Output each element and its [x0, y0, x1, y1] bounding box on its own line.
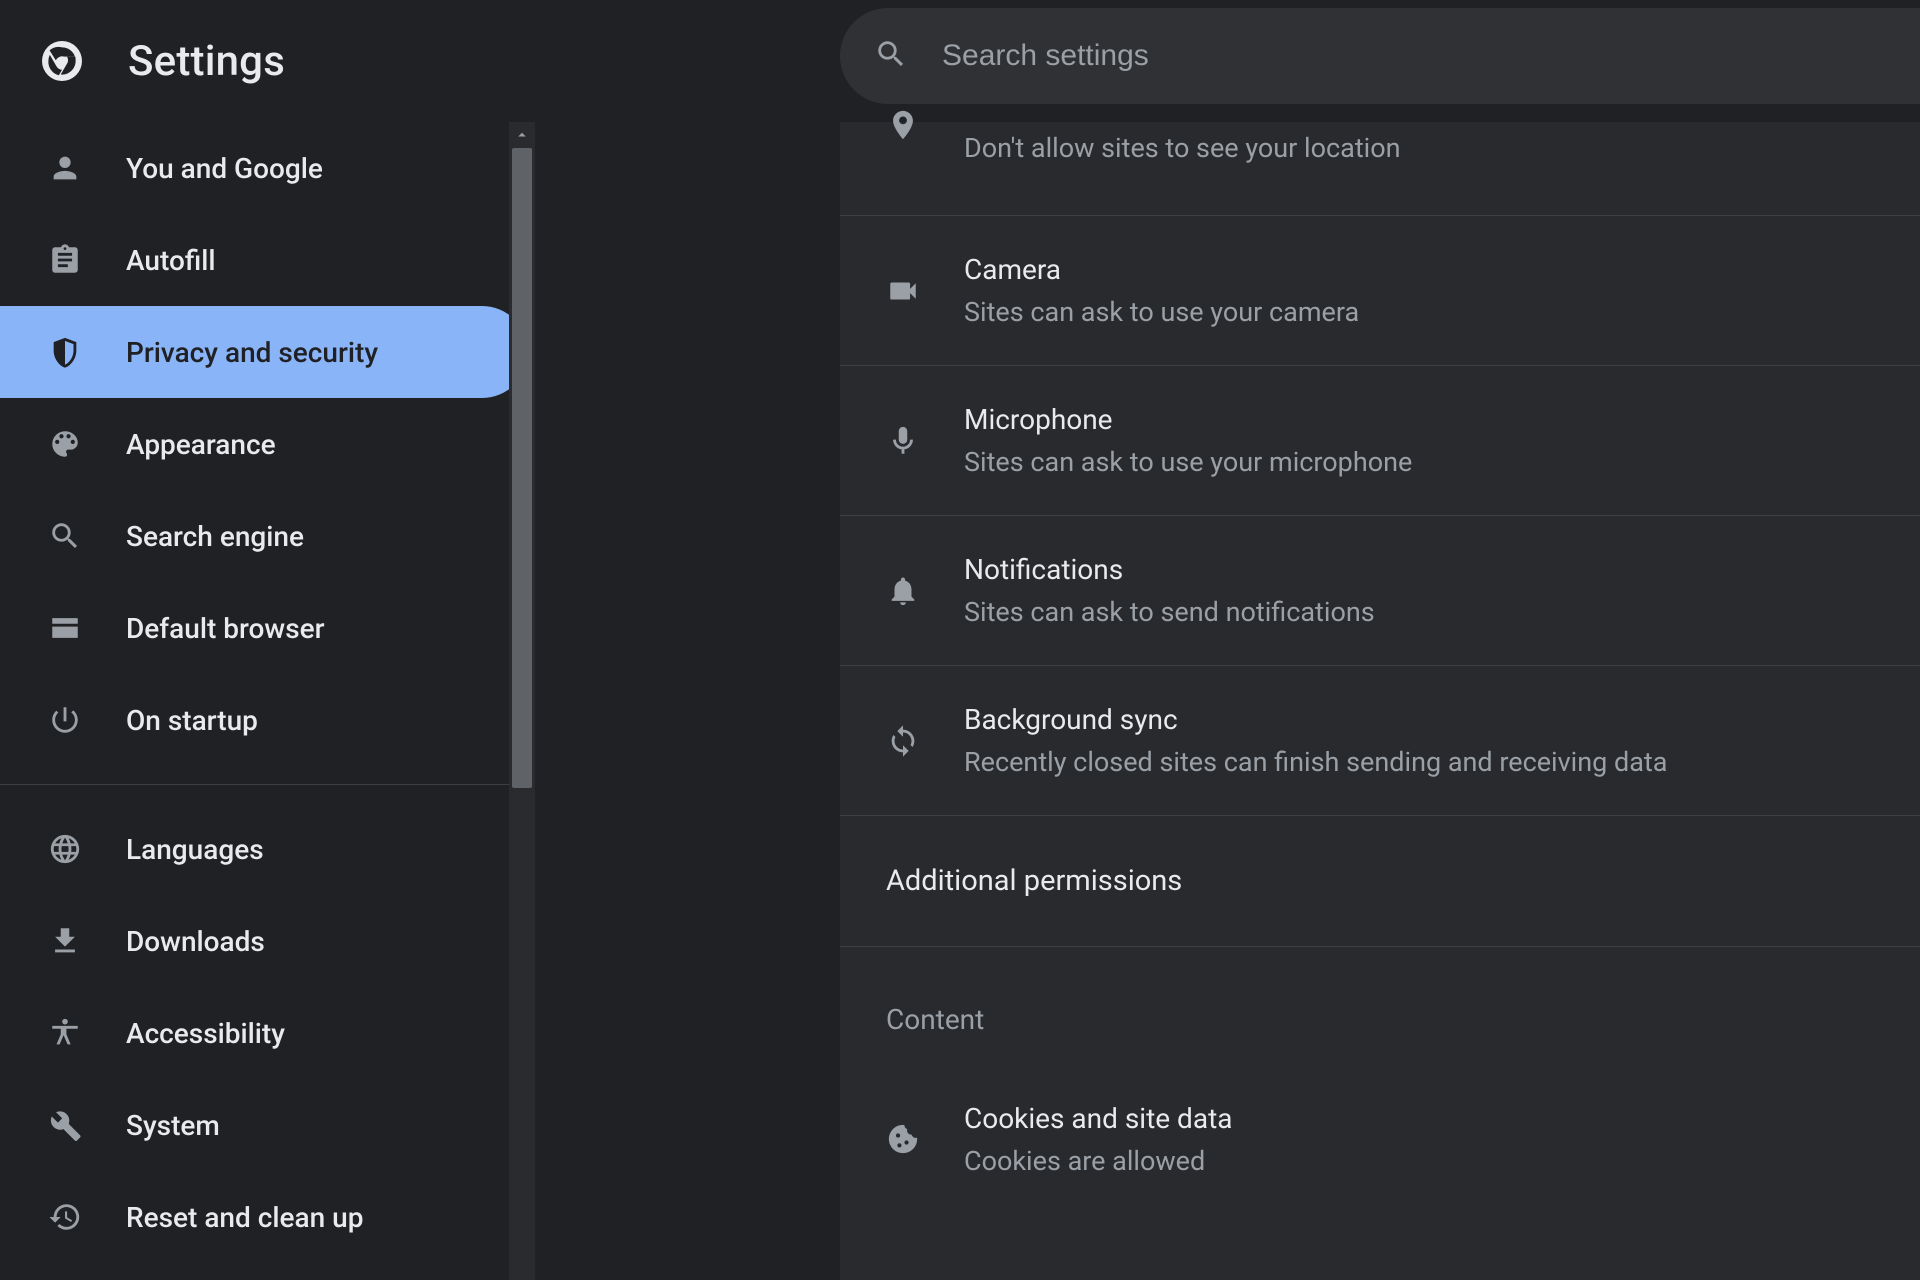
content-section-header: Content	[840, 947, 1920, 1064]
header: Settings	[0, 0, 1920, 122]
permission-desc: Sites can ask to send notifications	[964, 596, 1375, 628]
sidebar-item-label: On startup	[126, 704, 258, 737]
cookie-icon	[886, 1122, 920, 1156]
permission-desc: Don't allow sites to see your location	[964, 132, 1401, 164]
sync-icon	[886, 724, 920, 758]
sidebar-item-reset[interactable]: Reset and clean up	[0, 1171, 528, 1263]
sidebar-item-default-browser[interactable]: Default browser	[0, 582, 528, 674]
permission-desc: Sites can ask to use your microphone	[964, 446, 1412, 478]
permission-row-location[interactable]: Don't allow sites to see your location	[840, 122, 1920, 216]
sidebar-separator	[0, 784, 535, 785]
sidebar-item-downloads[interactable]: Downloads	[0, 895, 528, 987]
power-icon	[48, 703, 82, 737]
sidebar-item-label: Search engine	[126, 520, 304, 553]
search-icon	[48, 519, 82, 553]
search-icon	[874, 37, 908, 75]
permission-desc: Recently closed sites can finish sending…	[964, 746, 1667, 778]
permission-title: Background sync	[964, 703, 1667, 736]
sidebar: You and Google Autofill Privacy and secu…	[0, 122, 535, 1280]
shield-icon	[48, 335, 82, 369]
permission-row-microphone[interactable]: Microphone Sites can ask to use your mic…	[840, 366, 1920, 516]
sidebar-item-system[interactable]: System	[0, 1079, 528, 1171]
sidebar-item-label: Autofill	[126, 244, 216, 277]
restore-icon	[48, 1200, 82, 1234]
sidebar-item-search-engine[interactable]: Search engine	[0, 490, 528, 582]
content-title: Cookies and site data	[964, 1102, 1232, 1135]
scrollbar-thumb[interactable]	[512, 148, 532, 788]
wrench-icon	[48, 1108, 82, 1142]
sidebar-item-label: Privacy and security	[126, 336, 378, 369]
permission-title: Microphone	[964, 403, 1412, 436]
clipboard-icon	[48, 243, 82, 277]
sidebar-item-label: Reset and clean up	[126, 1201, 363, 1234]
sidebar-item-label: Accessibility	[126, 1017, 285, 1050]
sidebar-item-label: System	[126, 1109, 220, 1142]
sidebar-item-label: Default browser	[126, 612, 325, 645]
permission-desc: Sites can ask to use your camera	[964, 296, 1359, 328]
sidebar-item-label: You and Google	[126, 152, 323, 185]
sidebar-item-appearance[interactable]: Appearance	[0, 398, 528, 490]
chrome-logo-icon	[38, 37, 86, 85]
microphone-icon	[886, 424, 920, 458]
search-input[interactable]	[942, 39, 1920, 73]
camera-icon	[886, 274, 920, 308]
header-left: Settings	[0, 37, 285, 86]
browser-icon	[48, 611, 82, 645]
sidebar-item-label: Appearance	[126, 428, 276, 461]
permission-title: Camera	[964, 253, 1359, 286]
settings-panel: Don't allow sites to see your location C…	[840, 122, 1920, 1280]
main: Don't allow sites to see your location C…	[560, 122, 1920, 1280]
permission-row-notifications[interactable]: Notifications Sites can ask to send noti…	[840, 516, 1920, 666]
sidebar-item-you-and-google[interactable]: You and Google	[0, 122, 528, 214]
permission-row-camera[interactable]: Camera Sites can ask to use your camera	[840, 216, 1920, 366]
sidebar-item-label: Downloads	[126, 925, 265, 958]
sidebar-item-accessibility[interactable]: Accessibility	[0, 987, 528, 1079]
content-desc: Cookies are allowed	[964, 1145, 1232, 1177]
sidebar-item-languages[interactable]: Languages	[0, 803, 528, 895]
sidebar-item-autofill[interactable]: Autofill	[0, 214, 528, 306]
additional-permissions-link[interactable]: Additional permissions	[840, 816, 1920, 947]
person-icon	[48, 151, 82, 185]
download-icon	[48, 924, 82, 958]
accessibility-icon	[48, 1016, 82, 1050]
content-row-cookies[interactable]: Cookies and site data Cookies are allowe…	[840, 1064, 1920, 1214]
page-title: Settings	[128, 37, 285, 86]
sidebar-item-privacy-security[interactable]: Privacy and security	[0, 306, 528, 398]
bell-icon	[886, 574, 920, 608]
permission-row-background-sync[interactable]: Background sync Recently closed sites ca…	[840, 666, 1920, 816]
sidebar-scrollbar[interactable]	[509, 122, 535, 1280]
palette-icon	[48, 427, 82, 461]
sidebar-item-on-startup[interactable]: On startup	[0, 674, 528, 766]
search-bar[interactable]	[840, 8, 1920, 104]
permission-title: Notifications	[964, 553, 1375, 586]
sidebar-item-label: Languages	[126, 833, 264, 866]
globe-icon	[48, 832, 82, 866]
scrollbar-up-arrow-icon[interactable]	[509, 122, 535, 148]
